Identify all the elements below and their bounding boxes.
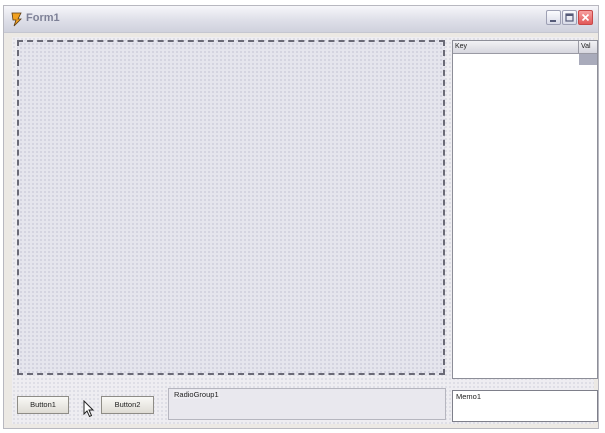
maximize-icon (565, 13, 574, 22)
close-icon (581, 13, 590, 22)
selected-panel[interactable] (17, 40, 445, 375)
bottom-controls: Button1 Button2 RadioGroup1 Memo1 (12, 386, 598, 424)
maximize-button[interactable] (562, 10, 577, 25)
button2[interactable]: Button2 (101, 396, 154, 414)
radio-group-caption: RadioGroup1 (173, 390, 220, 399)
form-client-area: Key Val Button1 Button2 RadioGroup1 Memo… (12, 37, 598, 424)
button1[interactable]: Button1 (17, 396, 69, 414)
grid-row[interactable] (453, 54, 597, 65)
form-window: Form1 Key Val Button1 Button2 RadioGroup… (3, 5, 599, 429)
grid-column-val[interactable]: Val (579, 41, 597, 53)
window-title: Form1 (26, 12, 60, 24)
radio-group[interactable]: RadioGroup1 (168, 388, 446, 420)
grid-header: Key Val (453, 41, 597, 54)
delphi-app-icon (9, 11, 25, 27)
close-button[interactable] (578, 10, 593, 25)
caption-buttons (546, 10, 593, 25)
mouse-pointer-icon (83, 399, 97, 418)
minimize-button[interactable] (546, 10, 561, 25)
memo-field[interactable]: Memo1 (452, 390, 598, 422)
title-bar[interactable]: Form1 (4, 6, 598, 33)
key-value-grid[interactable]: Key Val (452, 40, 598, 379)
grid-cell-key[interactable] (453, 54, 579, 65)
grid-column-key[interactable]: Key (453, 41, 579, 53)
minimize-icon (550, 20, 556, 22)
grid-cell-val[interactable] (579, 54, 597, 65)
